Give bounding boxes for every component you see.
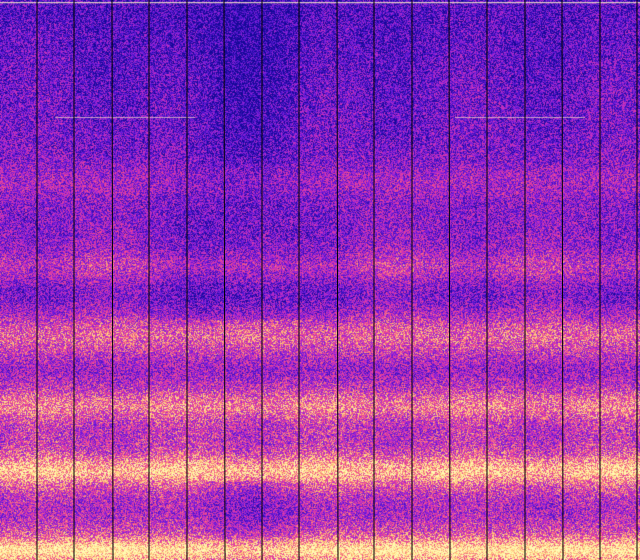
spectrogram-image	[0, 0, 640, 560]
spectrogram-view	[0, 0, 640, 560]
